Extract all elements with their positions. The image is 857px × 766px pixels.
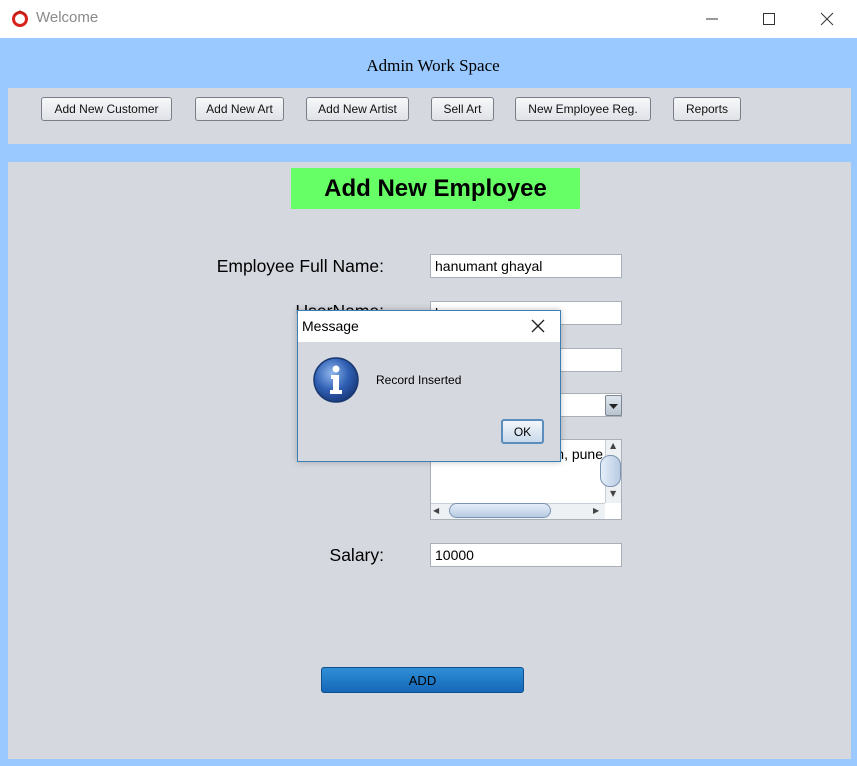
add-new-artist-button[interactable]: Add New Artist bbox=[306, 97, 409, 121]
salary-field[interactable]: 10000 bbox=[430, 543, 622, 567]
dialog-message: Record Inserted bbox=[376, 373, 462, 387]
full-name-label: Employee Full Name: bbox=[216, 256, 384, 276]
dialog-title: Message bbox=[302, 318, 359, 334]
form-heading: Add New Employee bbox=[291, 168, 580, 209]
chevron-down-icon[interactable] bbox=[605, 395, 622, 416]
new-employee-reg-button[interactable]: New Employee Reg. bbox=[515, 97, 651, 121]
scroll-down-icon[interactable]: ▼ bbox=[610, 489, 616, 498]
maximize-icon[interactable] bbox=[755, 8, 783, 30]
workspace-title: Admin Work Space bbox=[366, 56, 500, 75]
window-titlebar bbox=[0, 0, 857, 38]
close-icon[interactable] bbox=[813, 8, 841, 30]
vertical-scroll-thumb[interactable] bbox=[600, 455, 621, 487]
reports-button[interactable]: Reports bbox=[673, 97, 741, 121]
app-ring-icon bbox=[11, 10, 29, 28]
add-button[interactable]: ADD bbox=[321, 667, 524, 693]
add-new-art-button[interactable]: Add New Art bbox=[195, 97, 284, 121]
full-name-field[interactable]: hanumant ghayal bbox=[430, 254, 622, 278]
window-title: Welcome bbox=[36, 9, 99, 26]
scroll-left-icon[interactable]: ◀ bbox=[433, 506, 439, 515]
sell-art-button[interactable]: Sell Art bbox=[431, 97, 494, 121]
horizontal-scroll-thumb[interactable] bbox=[449, 503, 551, 518]
ok-button[interactable]: OK bbox=[501, 419, 544, 444]
scroll-up-icon[interactable]: ▲ bbox=[610, 441, 616, 450]
scroll-right-icon[interactable]: ▶ bbox=[593, 506, 599, 515]
minimize-icon[interactable] bbox=[698, 8, 726, 30]
info-icon bbox=[312, 356, 360, 404]
salary-label: Salary: bbox=[329, 545, 384, 565]
add-new-customer-button[interactable]: Add New Customer bbox=[41, 97, 172, 121]
dialog-close-icon[interactable] bbox=[530, 318, 546, 334]
